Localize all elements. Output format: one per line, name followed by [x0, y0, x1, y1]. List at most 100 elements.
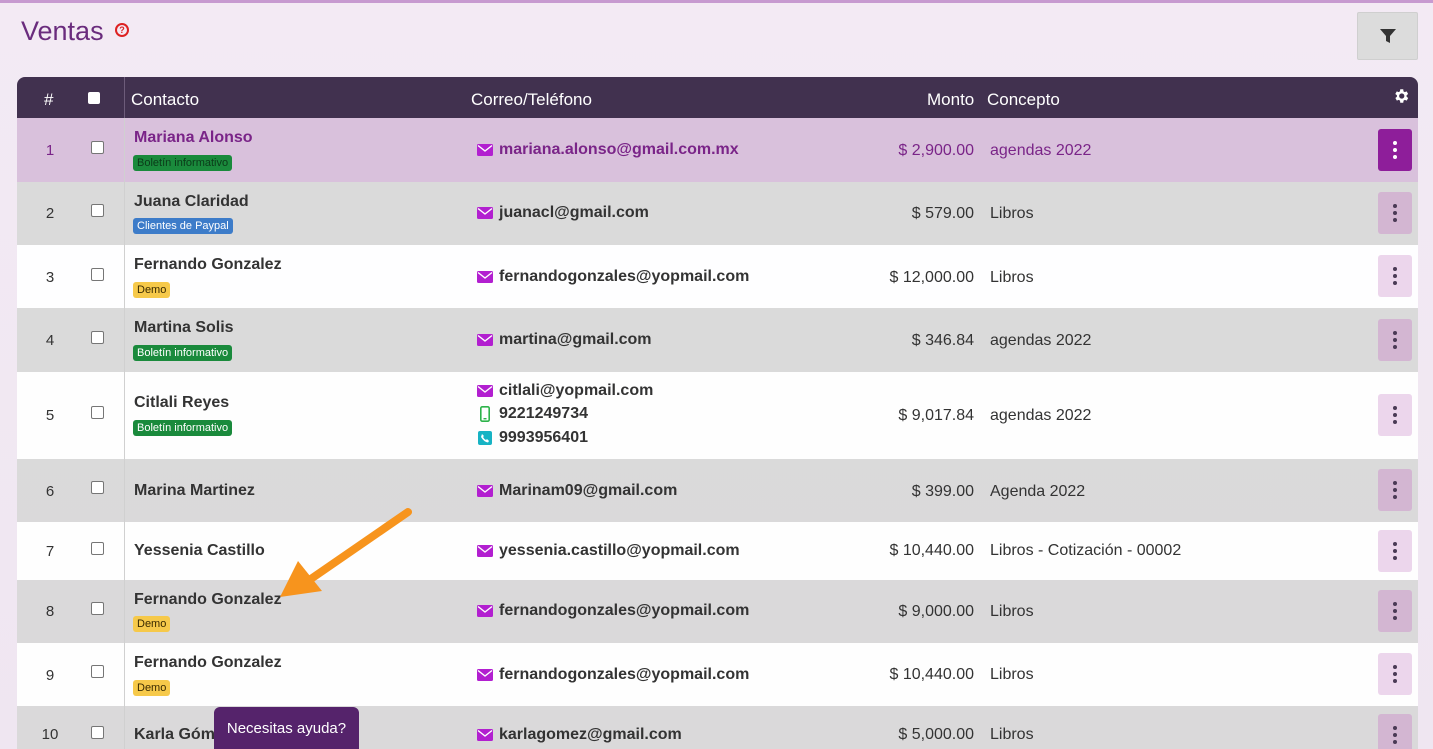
row-divider — [124, 245, 125, 308]
filter-icon — [1379, 29, 1396, 43]
row-divider — [124, 706, 125, 749]
vertical-dots-icon — [1393, 204, 1397, 222]
contact-tag: Boletín informativo — [133, 420, 233, 436]
row-menu-button[interactable] — [1378, 530, 1412, 572]
row-checkbox[interactable] — [91, 602, 104, 615]
row-checkbox[interactable] — [91, 726, 104, 739]
amount: $ 579.00 — [911, 205, 974, 222]
contact-mobile[interactable]: 9221249734 — [476, 405, 588, 423]
concept: Libros — [990, 205, 1034, 222]
select-all-checkbox[interactable] — [88, 92, 100, 104]
page-title: Ventas — [21, 16, 104, 46]
row-divider — [124, 308, 125, 372]
row-checkbox[interactable] — [91, 141, 104, 154]
row-divider — [124, 182, 125, 245]
contact-name[interactable]: Fernando Gonzalez — [134, 256, 282, 274]
contact-phone[interactable]: 9993956401 — [476, 429, 588, 447]
contact-email[interactable]: fernandogonzales@yopmail.com — [476, 602, 749, 620]
contact-email[interactable]: citlali@yopmail.com — [476, 382, 653, 400]
gear-icon[interactable] — [1392, 87, 1410, 105]
envelope-icon — [476, 729, 493, 741]
row-menu-button[interactable] — [1378, 192, 1412, 234]
vertical-dots-icon — [1393, 602, 1397, 620]
contact-email[interactable]: martina@gmail.com — [476, 331, 652, 349]
contact-name[interactable]: Martina Solis — [134, 319, 234, 337]
row-divider — [124, 580, 125, 643]
row-menu-button[interactable] — [1378, 714, 1412, 749]
table-row[interactable]: 7 Yessenia Castillo yessenia.castillo@yo… — [17, 522, 1418, 580]
amount: $ 10,440.00 — [889, 666, 974, 683]
col-header-contacto[interactable]: Contacto — [131, 90, 199, 110]
contact-name[interactable]: Juana Claridad — [134, 193, 249, 211]
contact-email[interactable]: juanacl@gmail.com — [476, 204, 649, 222]
row-divider — [124, 459, 125, 522]
email-text: karlagomez@gmail.com — [499, 726, 682, 743]
contact-name[interactable]: Mariana Alonso — [134, 129, 253, 147]
contact-email[interactable]: mariana.alonso@gmail.com.mx — [476, 141, 739, 159]
row-divider — [124, 643, 125, 706]
row-number: 2 — [45, 205, 55, 222]
col-header-concepto[interactable]: Concepto — [987, 90, 1060, 110]
amount: $ 9,017.84 — [898, 407, 974, 424]
phone-text: 9993956401 — [499, 429, 588, 446]
mobile-phone-icon — [476, 406, 493, 422]
table-row[interactable]: 5 Citlali Reyes Boletín informativo citl… — [17, 372, 1418, 459]
row-checkbox[interactable] — [91, 542, 104, 555]
table-row[interactable]: 8 Fernando Gonzalez Demo fernandogonzale… — [17, 580, 1418, 643]
sales-table: # Contacto Correo/Teléfono Monto Concept… — [17, 77, 1418, 749]
contact-name[interactable]: Marina Martinez — [134, 482, 255, 500]
email-text: mariana.alonso@gmail.com.mx — [499, 141, 739, 158]
contact-tag: Clientes de Paypal — [133, 218, 233, 234]
row-menu-button[interactable] — [1378, 590, 1412, 632]
row-number: 10 — [41, 726, 59, 743]
col-header-monto[interactable]: Monto — [927, 90, 974, 110]
row-checkbox[interactable] — [91, 665, 104, 678]
contact-email[interactable]: fernandogonzales@yopmail.com — [476, 666, 749, 684]
row-divider — [124, 372, 125, 459]
table-row[interactable]: 2 Juana Claridad Clientes de Paypal juan… — [17, 182, 1418, 245]
contact-name[interactable]: Fernando Gonzalez — [134, 654, 282, 672]
envelope-icon — [476, 605, 493, 617]
concept: Libros — [990, 666, 1034, 683]
email-text: citlali@yopmail.com — [499, 382, 654, 399]
row-menu-button[interactable] — [1378, 255, 1412, 297]
question-circle-icon[interactable]: ? — [115, 23, 129, 37]
email-text: fernandogonzales@yopmail.com — [499, 268, 750, 285]
row-checkbox[interactable] — [91, 481, 104, 494]
filter-button[interactable] — [1357, 12, 1418, 60]
row-number: 7 — [45, 543, 55, 560]
contact-email[interactable]: karlagomez@gmail.com — [476, 726, 682, 744]
contact-email[interactable]: yessenia.castillo@yopmail.com — [476, 542, 740, 560]
row-menu-button[interactable] — [1378, 319, 1412, 361]
row-number: 6 — [45, 483, 55, 500]
row-menu-button[interactable] — [1378, 469, 1412, 511]
envelope-icon — [476, 144, 493, 156]
table-row[interactable]: 3 Fernando Gonzalez Demo fernandogonzale… — [17, 245, 1418, 308]
contact-name[interactable]: Citlali Reyes — [134, 394, 229, 412]
table-row[interactable]: 6 Marina Martinez Marinam09@gmail.com $ … — [17, 459, 1418, 522]
contact-name[interactable]: Karla Góm — [134, 726, 215, 744]
contact-email[interactable]: fernandogonzales@yopmail.com — [476, 268, 749, 286]
table-row[interactable]: 4 Martina Solis Boletín informativo mart… — [17, 308, 1418, 372]
concept: agendas 2022 — [990, 142, 1092, 159]
row-checkbox[interactable] — [91, 204, 104, 217]
mobile-text: 9221249734 — [499, 405, 588, 422]
contact-email[interactable]: Marinam09@gmail.com — [476, 482, 677, 500]
contact-name[interactable]: Yessenia Castillo — [134, 542, 265, 560]
table-row[interactable]: 9 Fernando Gonzalez Demo fernandogonzale… — [17, 643, 1418, 706]
contact-name[interactable]: Fernando Gonzalez — [134, 591, 282, 609]
contact-tag: Demo — [133, 680, 171, 696]
row-checkbox[interactable] — [91, 331, 104, 344]
email-text: martina@gmail.com — [499, 331, 652, 348]
help-chat-button[interactable]: Necesitas ayuda? — [214, 707, 359, 749]
row-number: 4 — [45, 332, 55, 349]
row-menu-button[interactable] — [1378, 394, 1412, 436]
row-number: 5 — [45, 407, 55, 424]
row-menu-button[interactable] — [1378, 653, 1412, 695]
row-checkbox[interactable] — [91, 406, 104, 419]
row-checkbox[interactable] — [91, 268, 104, 281]
row-menu-button[interactable] — [1378, 129, 1412, 171]
col-header-correo[interactable]: Correo/Teléfono — [471, 90, 592, 110]
amount: $ 10,440.00 — [889, 542, 974, 559]
table-row[interactable]: 1 Mariana Alonso Boletín informativo mar… — [17, 118, 1418, 182]
